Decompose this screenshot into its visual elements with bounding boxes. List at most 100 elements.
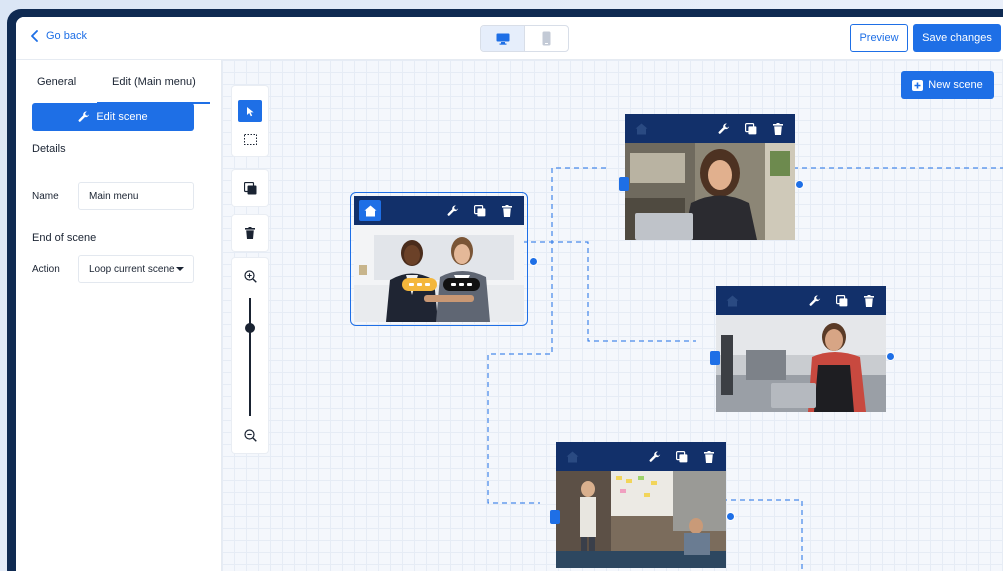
- connector-main-to-scene-3: [522, 241, 696, 342]
- panel-tabs: General Edit (Main menu): [16, 72, 222, 104]
- scene-card-actions: [442, 200, 518, 221]
- edit-scene-button[interactable]: Edit scene: [32, 103, 194, 131]
- scene-output-port[interactable]: [726, 512, 735, 521]
- caret-down-icon: [176, 267, 184, 271]
- desktop-icon: [496, 33, 509, 45]
- duplicate-scene-card-button[interactable]: [740, 118, 762, 139]
- zoom-in-button[interactable]: [238, 265, 262, 287]
- device-toggle: [480, 25, 569, 52]
- scene-card-actions: [644, 446, 720, 467]
- zoom-slider-thumb[interactable]: [245, 322, 255, 333]
- connector-scene-4-out: [722, 499, 803, 571]
- scene-card-main-menu[interactable]: [350, 192, 538, 326]
- save-changes-label: Save changes: [922, 32, 992, 44]
- scene-properties-panel: General Edit (Main menu) Edit scene Deta…: [16, 60, 222, 571]
- scene-card-4[interactable]: [550, 442, 735, 568]
- pointer-icon: [246, 106, 254, 116]
- trash-icon: [245, 227, 255, 239]
- new-scene-label: New scene: [928, 79, 983, 91]
- selection-tools: [232, 86, 268, 156]
- scene-card-2[interactable]: [619, 114, 804, 240]
- edit-scene-card-button[interactable]: [713, 118, 735, 139]
- scene-input-port[interactable]: [550, 510, 560, 524]
- action-select-value: Loop current scene: [89, 263, 175, 275]
- marquee-select-icon: [243, 133, 257, 145]
- mobile-icon: [542, 31, 551, 46]
- scene-canvas[interactable]: New scene: [222, 60, 1003, 571]
- set-start-scene-button[interactable]: [359, 200, 381, 221]
- preview-label: Preview: [859, 32, 899, 44]
- delete-scene-card-button[interactable]: [767, 118, 789, 139]
- scene-thumbnail-team-meeting: [556, 471, 726, 568]
- zoom-tool-group: [232, 258, 268, 453]
- duplicate-button[interactable]: [238, 177, 262, 199]
- desktop-view-button[interactable]: [481, 26, 525, 51]
- wrench-icon: [78, 111, 90, 122]
- mobile-view-button[interactable]: [525, 26, 568, 51]
- scene-output-port[interactable]: [795, 180, 804, 189]
- duplicate-icon: [676, 450, 688, 462]
- zoom-slider-track[interactable]: [249, 298, 251, 416]
- zoom-out-button[interactable]: [238, 424, 262, 446]
- wrench-icon: [718, 123, 730, 134]
- trash-icon: [773, 122, 783, 135]
- edit-scene-card-button[interactable]: [804, 290, 826, 311]
- top-bar: Go back Preview Save changes: [16, 17, 1003, 60]
- delete-scene-card-button[interactable]: [858, 290, 880, 311]
- action-label: Action: [32, 264, 60, 275]
- scene-output-port[interactable]: [529, 257, 538, 266]
- scene-card-actions: [804, 290, 880, 311]
- choice-button-2[interactable]: [443, 278, 480, 291]
- wrench-icon: [447, 205, 459, 216]
- scene-input-port[interactable]: [710, 351, 720, 365]
- scene-output-port[interactable]: [886, 352, 895, 361]
- set-start-scene-button[interactable]: [561, 446, 583, 467]
- duplicate-icon: [474, 204, 486, 216]
- scene-thumbnail-coffee-shop: [716, 315, 886, 412]
- tab-general[interactable]: General: [37, 76, 76, 88]
- duplicate-icon: [836, 294, 848, 306]
- delete-button[interactable]: [238, 222, 262, 244]
- delete-scene-card-button[interactable]: [698, 446, 720, 467]
- scene-editor-app: Go back Preview Save changes General Edi…: [16, 17, 1003, 571]
- tab-edit-main-menu[interactable]: Edit (Main menu): [112, 76, 196, 88]
- home-icon: [635, 123, 647, 134]
- duplicate-icon: [745, 122, 757, 134]
- trash-icon: [864, 294, 874, 307]
- zoom-out-icon: [243, 428, 257, 442]
- trash-icon: [502, 204, 512, 217]
- edit-scene-card-button[interactable]: [644, 446, 666, 467]
- pointer-tool-button[interactable]: [238, 100, 262, 122]
- connector-main-to-scene-2b: [522, 167, 606, 243]
- home-icon: [726, 295, 738, 306]
- preview-button[interactable]: Preview: [850, 24, 908, 52]
- new-scene-button[interactable]: New scene: [901, 71, 994, 99]
- scene-card-3[interactable]: [710, 286, 895, 412]
- details-heading: Details: [32, 143, 66, 155]
- scene-thumbnail-video-call: [625, 143, 795, 240]
- trash-icon: [704, 450, 714, 463]
- plus-square-icon: [912, 79, 924, 91]
- edit-scene-card-button[interactable]: [442, 200, 464, 221]
- zoom-in-icon: [243, 269, 257, 283]
- set-start-scene-button[interactable]: [630, 118, 652, 139]
- wrench-icon: [649, 451, 661, 462]
- duplicate-scene-card-button[interactable]: [671, 446, 693, 467]
- choice-button-1[interactable]: [402, 278, 437, 291]
- scene-card-header: [354, 196, 524, 225]
- save-changes-button[interactable]: Save changes: [913, 24, 1001, 52]
- name-field[interactable]: Main menu: [78, 182, 194, 210]
- action-select[interactable]: Loop current scene: [78, 255, 194, 283]
- duplicate-scene-card-button[interactable]: [831, 290, 853, 311]
- scene-thumbnail-two-women: [354, 225, 524, 322]
- set-start-scene-button[interactable]: [721, 290, 743, 311]
- duplicate-icon: [243, 181, 256, 194]
- go-back-button[interactable]: Go back: [30, 30, 87, 42]
- marquee-select-button[interactable]: [238, 128, 262, 150]
- delete-scene-card-button[interactable]: [496, 200, 518, 221]
- end-of-scene-heading: End of scene: [32, 232, 97, 244]
- scene-input-port[interactable]: [619, 177, 629, 191]
- duplicate-scene-card-button[interactable]: [469, 200, 491, 221]
- scene-card-header: [556, 442, 726, 471]
- name-label: Name: [32, 191, 59, 202]
